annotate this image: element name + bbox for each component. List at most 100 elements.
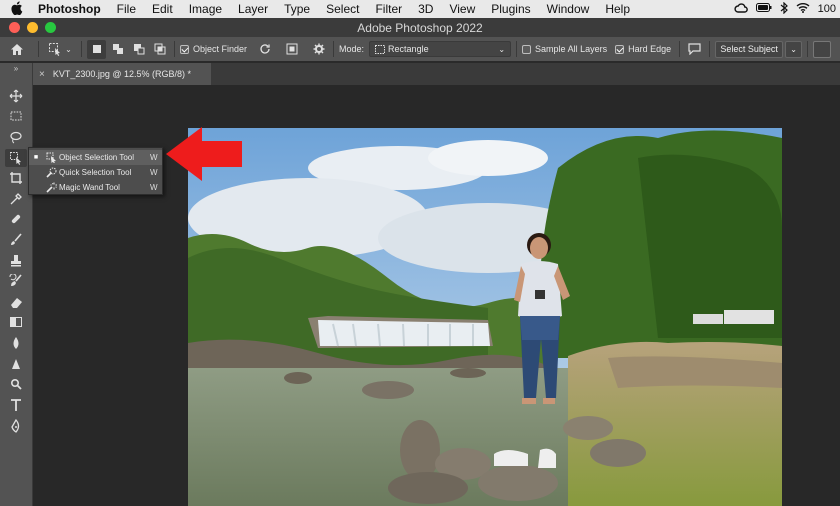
menu-layer[interactable]: Layer xyxy=(230,2,276,16)
flyout-item-magic-wand[interactable]: Magic Wand Tool W xyxy=(29,180,162,195)
menu-view[interactable]: View xyxy=(441,2,483,16)
tool-lasso[interactable] xyxy=(5,128,27,146)
eyedropper-icon xyxy=(10,193,22,205)
tool-healing-brush[interactable] xyxy=(5,210,27,228)
menu-help[interactable]: Help xyxy=(597,2,638,16)
bluetooth-icon[interactable] xyxy=(780,1,788,17)
hard-edge-checkbox[interactable]: Hard Edge xyxy=(615,44,671,54)
document-tab[interactable]: × KVT_2300.jpg @ 12.5% (RGB/8) * xyxy=(33,63,211,85)
tool-gradient[interactable] xyxy=(5,313,27,331)
object-finder-settings-button[interactable] xyxy=(309,40,328,59)
tools-panel: » xyxy=(0,63,33,506)
window-title: Adobe Photoshop 2022 xyxy=(357,20,483,35)
menu-image[interactable]: Image xyxy=(181,2,230,16)
type-icon xyxy=(11,399,21,411)
history-brush-icon xyxy=(9,274,22,286)
creative-cloud-icon[interactable] xyxy=(734,2,748,16)
path-selection-icon xyxy=(11,419,20,433)
select-subject-dropdown[interactable]: ⌄ xyxy=(785,40,803,58)
selected-indicator-icon: ■ xyxy=(33,154,39,161)
pen-icon xyxy=(10,378,22,390)
refresh-icon xyxy=(259,44,270,54)
show-objects-icon xyxy=(286,43,298,55)
flyout-item-shortcut: W xyxy=(150,168,158,177)
tool-object-selection[interactable] xyxy=(5,149,27,167)
menu-edit[interactable]: Edit xyxy=(144,2,181,16)
zoom-window-button[interactable] xyxy=(45,22,56,33)
add-to-selection-button[interactable] xyxy=(108,40,127,59)
annotation-arrow xyxy=(166,127,242,181)
object-finder-label: Object Finder xyxy=(193,44,248,54)
blur-icon xyxy=(13,337,19,349)
object-finder-checkbox[interactable]: Object Finder xyxy=(180,44,247,54)
apple-menu-icon[interactable] xyxy=(0,0,34,18)
divider xyxy=(333,41,335,57)
minimize-window-button[interactable] xyxy=(27,22,38,33)
subtract-from-selection-button[interactable] xyxy=(129,40,148,59)
menu-select[interactable]: Select xyxy=(318,2,367,16)
dodge-icon xyxy=(12,359,20,369)
tool-pen[interactable] xyxy=(5,375,27,393)
battery-icon[interactable] xyxy=(755,3,772,15)
divider xyxy=(709,41,711,57)
add-selection-icon xyxy=(112,44,123,54)
document-tab-bar: × KVT_2300.jpg @ 12.5% (RGB/8) * xyxy=(33,63,840,85)
document-canvas-image[interactable] xyxy=(188,128,782,506)
intersect-selection-icon xyxy=(154,43,165,55)
tool-history-brush[interactable] xyxy=(5,272,27,290)
battery-percent: 100 xyxy=(817,3,836,15)
tool-path-selection[interactable] xyxy=(5,417,27,435)
mode-select[interactable]: Rectangle ⌄ xyxy=(369,41,512,57)
tool-marquee[interactable] xyxy=(5,107,27,125)
tool-blur[interactable] xyxy=(5,334,27,352)
menu-3d[interactable]: 3D xyxy=(410,2,441,16)
clone-stamp-icon xyxy=(11,255,21,267)
home-icon[interactable] xyxy=(0,40,33,59)
menu-app-photoshop[interactable]: Photoshop xyxy=(34,2,109,16)
tool-eraser[interactable] xyxy=(5,293,27,311)
close-window-button[interactable] xyxy=(9,22,20,33)
flyout-item-object-selection[interactable]: ■ Object Selection Tool W xyxy=(29,150,162,165)
collapse-toolbar-icon[interactable]: » xyxy=(0,63,32,75)
flyout-item-shortcut: W xyxy=(150,183,158,192)
menu-plugins[interactable]: Plugins xyxy=(483,2,538,16)
divider xyxy=(807,41,809,57)
tool-brush[interactable] xyxy=(5,231,27,249)
intersect-selection-button[interactable] xyxy=(150,40,169,59)
options-bar: ⌄ Object Finder Mode: Rectangle ⌄ Sample… xyxy=(0,37,840,62)
divider xyxy=(38,41,39,57)
selection-tools-flyout: ■ Object Selection Tool W Quick Selectio… xyxy=(28,147,163,195)
menu-filter[interactable]: Filter xyxy=(367,2,410,16)
photo-waterfall-girl xyxy=(188,128,782,506)
object-selection-icon xyxy=(43,152,59,164)
speech-bubble-icon xyxy=(688,43,701,55)
checkbox-checked-icon xyxy=(615,44,625,54)
tool-eyedropper[interactable] xyxy=(5,190,27,208)
speech-bubble-button[interactable] xyxy=(685,40,704,59)
menu-file[interactable]: File xyxy=(109,2,144,16)
wifi-icon[interactable] xyxy=(796,2,810,16)
tool-dodge[interactable] xyxy=(5,355,27,373)
sample-all-layers-checkbox[interactable]: Sample All Layers xyxy=(522,44,607,54)
tool-clone-stamp[interactable] xyxy=(5,252,27,270)
tool-crop[interactable] xyxy=(5,169,27,187)
window-controls xyxy=(0,22,56,33)
tool-preset-picker[interactable]: ⌄ xyxy=(44,40,76,59)
flyout-item-quick-selection[interactable]: Quick Selection Tool W xyxy=(29,165,162,180)
tool-type[interactable] xyxy=(5,396,27,414)
new-selection-button[interactable] xyxy=(87,39,106,59)
checkbox-checked-icon xyxy=(180,44,189,54)
tool-move[interactable] xyxy=(5,87,27,105)
select-and-mask-button[interactable] xyxy=(813,40,832,58)
refresh-object-finder-button[interactable] xyxy=(255,40,274,59)
flyout-item-shortcut: W xyxy=(150,153,158,162)
show-all-objects-button[interactable] xyxy=(282,40,301,59)
menu-type[interactable]: Type xyxy=(276,2,318,16)
healing-brush-icon xyxy=(11,214,21,224)
select-subject-button[interactable]: Select Subject xyxy=(715,40,784,58)
menu-window[interactable]: Window xyxy=(539,2,598,16)
close-tab-icon[interactable]: × xyxy=(39,69,45,80)
mode-value: Rectangle xyxy=(388,44,429,54)
object-selection-icon xyxy=(49,43,61,56)
new-selection-icon xyxy=(92,45,101,53)
